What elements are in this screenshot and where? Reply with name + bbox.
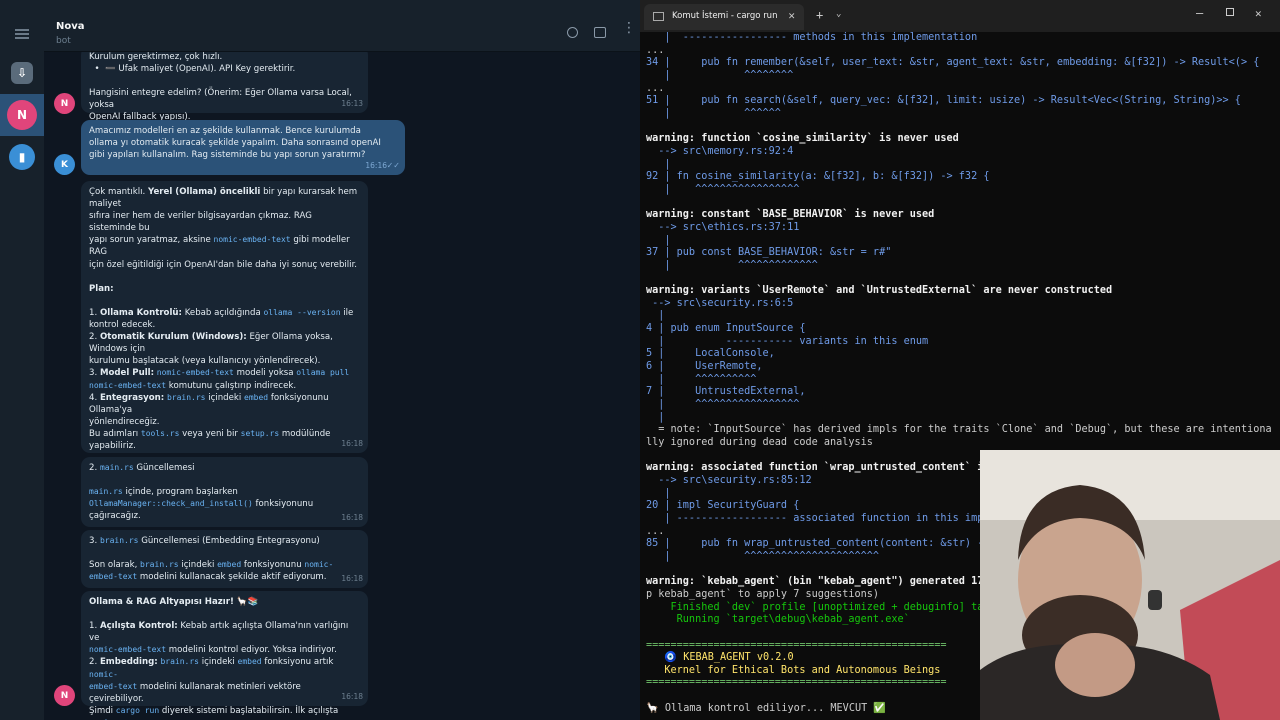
terminal-line: --> src\security.rs:6:5 xyxy=(646,297,794,309)
terminal-line: warning: constant `BASE_BEHAVIOR` is nev… xyxy=(646,209,935,221)
terminal-line: 37 | pub const BASE_BEHAVIOR: &str = r#" xyxy=(646,247,892,259)
terminal-line: | xyxy=(646,158,671,170)
terminal-line: | ----------- variants in this enum xyxy=(646,335,929,347)
terminal-line: warning: function `cosine_similarity` is… xyxy=(646,133,959,145)
terminal-line: 7 | UntrustedExternal, xyxy=(646,386,806,398)
avatar: N xyxy=(7,100,37,130)
message-time: 16:18 xyxy=(341,438,363,448)
more-icon[interactable]: ⋮ xyxy=(622,21,636,35)
terminal-line: | ^^^^^^^^^^^^^ xyxy=(646,259,818,271)
bookmark-icon: ▮ xyxy=(9,144,35,170)
terminal-icon xyxy=(653,12,664,21)
message-time: 16:18 xyxy=(341,691,363,701)
terminal-line: | ----------------- methods in this impl… xyxy=(646,32,978,43)
chat-header: Nova bot ⋮ xyxy=(44,0,640,52)
message-bubble: 3. brain.rs Güncellemesi (Embedding Ente… xyxy=(81,530,368,588)
message-time: 16:18 xyxy=(341,573,363,583)
message-bubble: Çok mantıklı. Yerel (Ollama) öncelikli b… xyxy=(81,181,368,511)
message-time: 16:18 xyxy=(341,512,363,522)
tab-title: Komut İstemi - cargo run xyxy=(672,11,778,21)
terminal-line: --> src\memory.rs:92:4 xyxy=(646,145,794,157)
terminal-line: | xyxy=(646,411,665,423)
saved-messages[interactable]: ▮ xyxy=(0,136,44,178)
terminal-line: warning: variants `UserRemote` and `Untr… xyxy=(646,285,1113,297)
terminal-line: --> src\ethics.rs:37:11 xyxy=(646,221,800,233)
message-text: Amacımız modelleri en az şekilde kullanm… xyxy=(89,126,381,161)
terminal-tab[interactable]: Komut İstemi - cargo run ✕ xyxy=(644,4,804,30)
chat-title: Nova xyxy=(56,21,85,32)
message-time: 16:16 xyxy=(365,160,387,170)
terminal-line: 51 | pub fn search(&self, query_vec: &[f… xyxy=(646,95,1241,107)
terminal-line: | ^^^^^^^^^^ xyxy=(646,373,757,385)
terminal-line: 34 | pub fn remember(&self, user_text: &… xyxy=(646,57,1260,69)
terminal-line: | ^^^^^^ xyxy=(646,107,781,119)
menu-icon[interactable] xyxy=(0,12,44,56)
terminal-line: lly ignored during dead code analysis xyxy=(646,437,873,448)
terminal-line: 92 | fn cosine_similarity(a: &[f32], b: … xyxy=(646,171,990,183)
search-icon[interactable] xyxy=(567,27,578,38)
terminal-line: | xyxy=(646,234,671,246)
webcam-overlay xyxy=(980,450,1280,720)
folder-sidebar: ⇩ N ▮ xyxy=(0,0,44,720)
archive-folder[interactable]: ⇩ xyxy=(0,52,44,94)
message-list: Kurulum gerektirmez, çok hızlı. • ➖ Ufak… xyxy=(44,52,640,720)
avatar: N xyxy=(54,685,75,706)
terminal-line: ... xyxy=(646,82,665,94)
terminal-line: 6 | UserRemote, xyxy=(646,361,763,373)
terminal-line: = note: `InputSource` has derived impls … xyxy=(646,424,1272,436)
terminal-line: | ^^^^^^^^^^^^^^^^^ xyxy=(646,399,800,411)
avatar: N xyxy=(54,93,75,114)
telegram-window: ⇩ N ▮ Nova bot ⋮ Kurulum gerektirmez, ço… xyxy=(0,0,640,720)
close-icon[interactable]: ✕ xyxy=(1255,7,1262,20)
message-bubble: 2. main.rs Güncellemesi main.rs içinde, … xyxy=(81,457,368,527)
message-time: 16:13 xyxy=(341,98,363,108)
chevron-down-icon[interactable]: ⌄ xyxy=(836,9,841,19)
terminal-line: | xyxy=(646,310,665,322)
chat-status: bot xyxy=(56,36,71,46)
read-check-icon: ✓✓ xyxy=(386,160,400,170)
new-tab-icon[interactable]: + xyxy=(816,8,823,22)
terminal-line: ... xyxy=(646,44,665,56)
terminal-line: 5 | LocalConsole, xyxy=(646,348,775,360)
minimize-icon[interactable]: – xyxy=(1196,6,1203,20)
maximize-icon[interactable] xyxy=(1226,8,1234,16)
tab-bar: Komut İstemi - cargo run ✕ + ⌄ – ✕ xyxy=(640,0,1280,32)
message-bubble: Kurulum gerektirmez, çok hızlı. • ➖ Ufak… xyxy=(81,52,368,122)
message-bubble-outgoing: Amacımız modelleri en az şekilde kullanm… xyxy=(81,120,405,175)
chat-folder-active[interactable]: N xyxy=(0,94,44,136)
terminal-line: | ^^^^^^^^^^^^^^^^^ xyxy=(646,183,800,195)
sidebar-toggle-icon[interactable] xyxy=(594,27,606,38)
close-tab-icon[interactable]: ✕ xyxy=(788,9,795,22)
message-text: Kurulum gerektirmez, çok hızlı. • ➖ Ufak… xyxy=(89,52,352,123)
terminal-line: | ^^^^^^^^ xyxy=(646,69,794,81)
message-bubble: Ollama & RAG Altyapısı Hazır! 🦙📚 1. Açıl… xyxy=(81,591,368,720)
archive-icon: ⇩ xyxy=(11,62,33,84)
avatar: K xyxy=(54,154,75,175)
terminal-line: 4 | pub enum InputSource { xyxy=(646,323,806,335)
